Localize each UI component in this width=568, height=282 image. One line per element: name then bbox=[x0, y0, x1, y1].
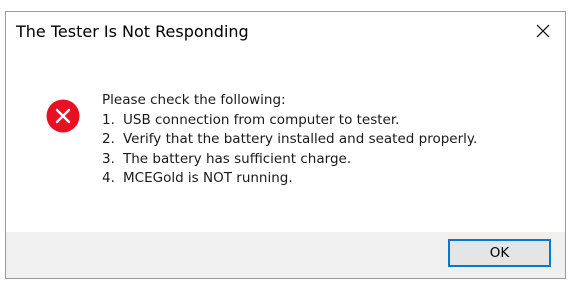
dialog-content: Please check the following: 1. USB connec… bbox=[6, 54, 565, 234]
title-bar[interactable]: The Tester Is Not Responding bbox=[6, 12, 565, 54]
error-icon bbox=[46, 99, 80, 133]
item-number: 2. bbox=[102, 131, 115, 147]
item-text: The battery has sufficient charge. bbox=[123, 150, 352, 167]
close-button[interactable] bbox=[525, 16, 561, 46]
dialog-title: The Tester Is Not Responding bbox=[16, 22, 249, 41]
close-icon bbox=[536, 24, 550, 38]
item-text: USB connection from computer to tester. bbox=[123, 111, 400, 128]
item-number: 1. bbox=[102, 111, 115, 128]
message-item: 4. MCEGold is NOT running. bbox=[102, 169, 477, 189]
ok-button[interactable]: OK bbox=[448, 239, 551, 267]
message-item: 1. USB connection from computer to tester… bbox=[102, 111, 477, 131]
dialog-footer: OK bbox=[6, 232, 565, 278]
item-number: 3. bbox=[102, 150, 115, 167]
message-item: 3. The battery has sufficient charge. bbox=[102, 150, 477, 170]
message-item: 2. Verify that the battery installed and … bbox=[102, 130, 477, 150]
error-dialog: The Tester Is Not Responding Please chec… bbox=[5, 11, 566, 279]
message-intro: Please check the following: bbox=[102, 92, 286, 108]
error-message: Please check the following: 1. USB connec… bbox=[102, 91, 477, 189]
item-number: 4. bbox=[102, 170, 115, 186]
item-text: Verify that the battery installed and se… bbox=[123, 131, 478, 147]
item-text: MCEGold is NOT running. bbox=[123, 170, 293, 186]
